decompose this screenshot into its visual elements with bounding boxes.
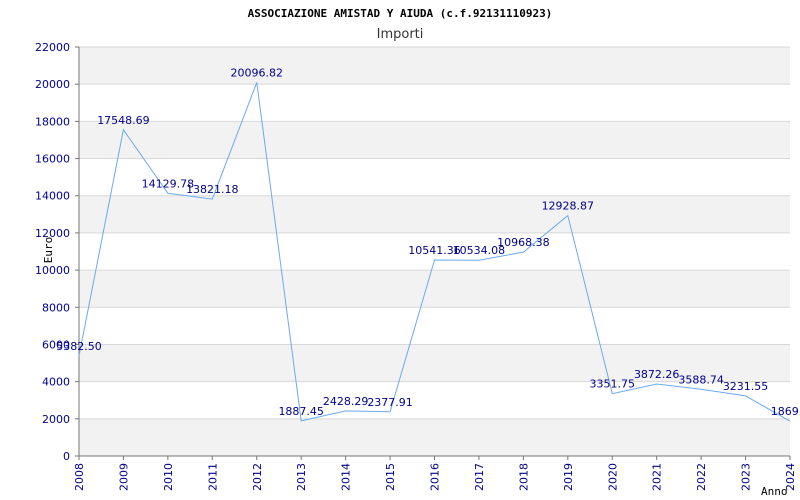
x-tick-label: 2018 [517, 463, 530, 491]
x-axis-label: Anno [761, 485, 788, 498]
chart-subtitle: Importi [377, 27, 424, 42]
chart-title: ASSOCIAZIONE AMISTAD Y AIUDA (c.f.921311… [248, 7, 553, 20]
grid-band [79, 195, 790, 233]
data-label: 3231.55 [723, 380, 769, 393]
y-tick-label: 16000 [35, 153, 70, 166]
x-tick-label: 2023 [740, 463, 753, 491]
data-label: 3872.26 [634, 368, 680, 381]
y-tick-label: 14000 [35, 190, 70, 203]
data-label: 20096.82 [231, 66, 284, 79]
x-tick-label: 2014 [340, 463, 353, 491]
x-tick-label: 2013 [295, 463, 308, 491]
grid-band [79, 270, 790, 308]
x-tick-label: 2011 [206, 463, 219, 491]
x-tick-label: 2010 [162, 463, 175, 491]
data-label: 10968.38 [497, 236, 550, 249]
y-tick-label: 8000 [42, 301, 70, 314]
grid-band [79, 121, 790, 159]
x-tick-label: 2019 [562, 463, 575, 491]
line-chart: 0200040006000800010000120001400016000180… [35, 7, 800, 498]
data-label: 5382.50 [56, 340, 102, 353]
x-tick-label: 2009 [117, 463, 130, 491]
x-tick-label: 2016 [429, 463, 442, 491]
y-tick-label: 10000 [35, 264, 70, 277]
data-label: 3588.74 [678, 373, 724, 386]
data-label: 3351.75 [590, 378, 636, 391]
y-tick-label: 20000 [35, 78, 70, 91]
x-tick-label: 2008 [73, 463, 86, 491]
chart: 0 2000 4000 6000 8000 10000 12000 14000 16000 180… [0, 0, 800, 500]
y-tick-label: 0 [63, 450, 70, 463]
data-label: 12928.87 [542, 200, 595, 213]
y-tick-label: 18000 [35, 115, 70, 128]
grid-band [79, 418, 790, 456]
grid-band [79, 47, 790, 85]
x-tick-label: 2021 [651, 463, 664, 491]
y-axis-label: Euro [42, 237, 55, 264]
y-tick-label: 22000 [35, 41, 70, 54]
data-label: 1887.45 [278, 405, 324, 418]
data-label: 17548.69 [97, 114, 150, 127]
data-label: 2377.91 [367, 396, 413, 409]
data-label: 2428.29 [323, 395, 369, 408]
data-label: 1869.4 [771, 405, 800, 418]
y-tick-label: 4000 [42, 376, 70, 389]
x-tick-label: 2012 [251, 463, 264, 491]
x-tick-label: 2017 [473, 463, 486, 491]
y-tick-label: 2000 [42, 413, 70, 426]
x-tick-label: 2015 [384, 463, 397, 491]
data-label: 13821.18 [186, 183, 239, 196]
x-tick-label: 2020 [606, 463, 619, 491]
x-tick-label: 2022 [695, 463, 708, 491]
